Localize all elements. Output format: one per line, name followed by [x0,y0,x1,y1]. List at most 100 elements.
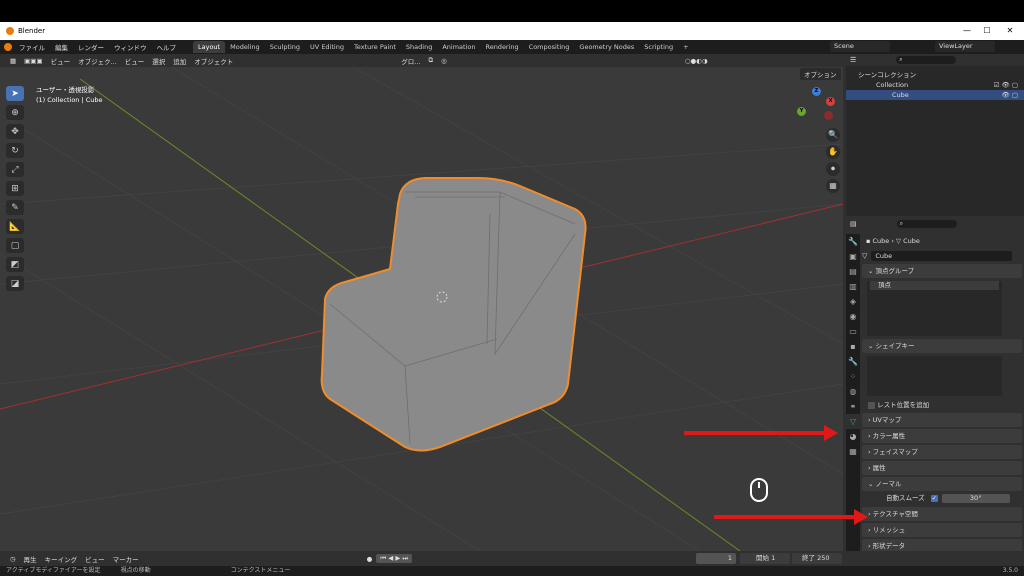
view-menu[interactable]: ビュー [47,56,75,66]
inset-tool[interactable]: ◪ [6,276,24,291]
select-menu[interactable]: 選択 [148,56,169,66]
world-tab-icon[interactable]: ◉ [846,309,860,324]
rest-position-checkbox[interactable] [868,401,875,409]
properties-type-icon[interactable]: ▤ [850,220,857,228]
collection-tab-icon[interactable]: ▭ [846,324,860,339]
cube-mesh[interactable] [320,177,587,452]
output-tab-icon[interactable]: ▤ [846,264,860,279]
modifier-tab-icon[interactable]: 🔧 [846,354,860,369]
collection-visibility-icon[interactable]: ☑ 👁 ▢ [994,80,1018,90]
auto-smooth-checkbox[interactable]: ✓ [930,494,938,502]
scene-collection-row[interactable]: シーンコレクション [846,70,1024,80]
object-menu[interactable]: オブジェクト [190,56,237,66]
vertex-group-item[interactable]: 頂点 [870,281,999,290]
texture-space-panel-header[interactable]: › テクスチャ空間 [862,507,1022,521]
vertex-groups-panel-header[interactable]: ⌄ 頂点グループ [862,264,1022,278]
outliner-type-icon[interactable]: ☰ [850,56,856,64]
select-mode-icons[interactable]: ▣▣▣ [20,57,46,65]
color-attributes-panel-header[interactable]: › カラー属性 [862,429,1022,443]
tab-modeling[interactable]: Modeling [225,41,265,53]
marker-menu[interactable]: マーカー [109,554,143,564]
tab-texture-paint[interactable]: Texture Paint [349,41,401,53]
rest-position-row[interactable]: レスト位置を追加 [862,399,1022,411]
camera-icon[interactable]: ⏺ [826,162,840,176]
add-workspace-icon[interactable]: + [678,41,693,53]
texture-tab-icon[interactable]: ▦ [846,444,860,459]
blender-menu-icon[interactable] [4,43,12,51]
add-cube-tool[interactable]: ▢ [6,238,24,253]
constraints-tab-icon[interactable]: ⚭ [846,399,860,414]
current-frame-field[interactable]: 1 [696,553,736,564]
menu-edit[interactable]: 編集 [50,42,73,52]
tab-scripting[interactable]: Scripting [639,41,678,53]
view-menu-2[interactable]: ビュー [121,56,149,66]
tab-sculpting[interactable]: Sculpting [265,41,305,53]
particles-tab-icon[interactable]: ⁘ [846,369,860,384]
properties-search-icon[interactable]: ⌕ [896,220,957,228]
playback-menu[interactable]: 再生 [20,554,41,564]
remesh-panel-header[interactable]: › リメッシュ [862,523,1022,537]
transform-orientation-dropdown[interactable]: グロ... [397,56,424,66]
tab-animation[interactable]: Animation [437,41,480,53]
playback-controls[interactable]: ⏮ ◀ ▶ ⏭ [376,554,413,563]
start-frame-field[interactable]: 開始 1 [740,553,790,564]
grid-view-icon[interactable]: ▦ [826,179,840,193]
close-icon[interactable]: ✕ [998,22,1022,40]
gizmo-neg-x-icon[interactable] [824,111,833,120]
tab-rendering[interactable]: Rendering [480,41,523,53]
timeline-view-menu[interactable]: ビュー [81,554,109,564]
options-dropdown[interactable]: オプション [800,68,841,80]
extrude-tool[interactable]: ◩ [6,257,24,272]
shape-keys-panel-header[interactable]: ⌄ シェイプキー [862,339,1022,353]
cube-row[interactable]: Cube 👁 ▢ [846,90,1024,100]
pan-hand-icon[interactable]: ✋ [826,145,840,159]
physics-tab-icon[interactable]: ◍ [846,384,860,399]
editor-type-icon[interactable]: ▦ [6,57,20,65]
uv-maps-panel-header[interactable]: › UVマップ [862,413,1022,427]
snap-icon[interactable]: ⧉ [425,56,438,65]
menu-file[interactable]: ファイル [14,42,50,52]
menu-window[interactable]: ウィンドウ [109,42,152,52]
shape-keys-list[interactable] [867,356,1002,396]
tool-tab-icon[interactable]: 🔧 [846,234,860,249]
select-box-tool[interactable]: ➤ [6,86,24,101]
outliner-search-icon[interactable]: ⌕ [896,56,957,64]
gizmo-z-icon[interactable]: Z [812,87,821,96]
scene-selector[interactable]: Scene [830,41,890,52]
vertex-groups-list[interactable]: 頂点 [867,281,1002,336]
3d-viewport[interactable] [0,54,843,551]
attributes-panel-header[interactable]: › 属性 [862,461,1022,475]
zoom-icon[interactable]: 🔍 [826,128,840,142]
measure-tool[interactable]: 📐 [6,219,24,234]
mesh-browse-icon[interactable]: ▽ [862,252,867,260]
scene-tab-icon[interactable]: ◈ [846,294,860,309]
mesh-data-tab-icon[interactable]: ▽ [846,414,860,429]
cube-visibility-icon[interactable]: 👁 ▢ [1002,90,1018,100]
face-maps-panel-header[interactable]: › フェイスマップ [862,445,1022,459]
tab-shading[interactable]: Shading [401,41,437,53]
add-menu[interactable]: 追加 [169,56,190,66]
mode-dropdown[interactable]: オブジェク... [74,56,121,66]
normals-panel-header[interactable]: ⌄ ノーマル [862,477,1022,491]
collection-row[interactable]: Collection ☑ 👁 ▢ [846,80,1024,90]
gizmo-y-icon[interactable]: Y [797,107,806,116]
transform-tool[interactable]: ⊞ [6,181,24,196]
material-tab-icon[interactable]: ◕ [846,429,860,444]
timeline-editor-icon[interactable]: ◷ [6,555,20,563]
proportional-edit-icon[interactable]: ◎ [437,57,451,65]
view-layer-tab-icon[interactable]: ▥ [846,279,860,294]
view-layer-selector[interactable]: ViewLayer [935,41,995,52]
keying-menu[interactable]: キーイング [41,554,82,564]
shading-mode-icons[interactable]: ○●◐◑ [681,57,712,65]
cursor-tool[interactable]: ⊕ [6,105,24,120]
end-frame-field[interactable]: 終了 250 [792,553,842,564]
move-tool[interactable]: ✥ [6,124,24,139]
rotate-tool[interactable]: ↻ [6,143,24,158]
record-icon[interactable]: ● [363,555,377,563]
tab-geometry-nodes[interactable]: Geometry Nodes [574,41,639,53]
render-tab-icon[interactable]: ▣ [846,249,860,264]
tab-compositing[interactable]: Compositing [524,41,575,53]
tab-layout[interactable]: Layout [193,41,226,53]
gizmo-x-icon[interactable]: X [826,97,835,106]
object-tab-icon[interactable]: ▪ [846,339,860,354]
